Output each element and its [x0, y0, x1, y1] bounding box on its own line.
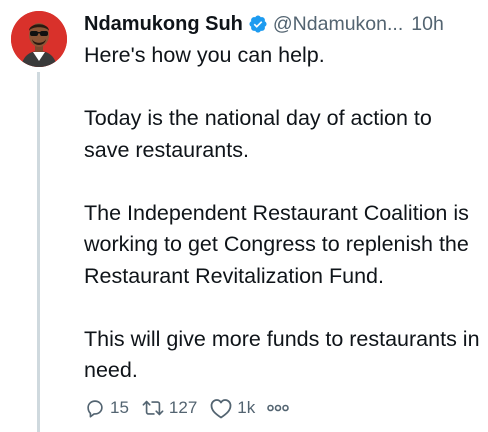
reply-button[interactable]: 15 [84, 397, 129, 419]
tweet-paragraph: Today is the national day of action to s… [84, 106, 432, 162]
author-name[interactable]: Ndamukong Suh [84, 13, 243, 36]
reply-count: 15 [110, 398, 129, 417]
tweet-paragraph: Here's how you can help. [84, 43, 325, 67]
tweet-header: Ndamukong Suh @Ndamukon... 10h [84, 8, 482, 40]
like-button[interactable]: 1k [209, 397, 255, 419]
avatar[interactable] [11, 11, 67, 67]
more-icon [267, 402, 290, 414]
like-count: 1k [237, 398, 256, 417]
tweet-paragraph: This will give more funds to restaurants… [84, 326, 480, 383]
retweet-icon [141, 397, 165, 419]
retweet-button[interactable]: 127 [141, 397, 197, 419]
avatar-image [11, 11, 67, 67]
author-handle[interactable]: @Ndamukon... [273, 13, 403, 36]
heart-icon [209, 397, 233, 419]
tweet-content: Ndamukong Suh @Ndamukon... 10h Here's ho… [84, 8, 482, 387]
tweet-text: Here's how you can help. Today is the na… [84, 40, 482, 387]
tweet-paragraph: The Independent Restaurant Coalition is … [84, 200, 469, 288]
tweet-actions: 15 127 1k [84, 392, 290, 424]
retweet-count: 127 [168, 398, 198, 417]
thread-connector-line [37, 72, 40, 432]
more-button[interactable] [267, 402, 290, 414]
reply-icon [84, 397, 106, 419]
tweet-timestamp[interactable]: 10h [411, 13, 444, 36]
verified-badge-icon [248, 14, 268, 34]
